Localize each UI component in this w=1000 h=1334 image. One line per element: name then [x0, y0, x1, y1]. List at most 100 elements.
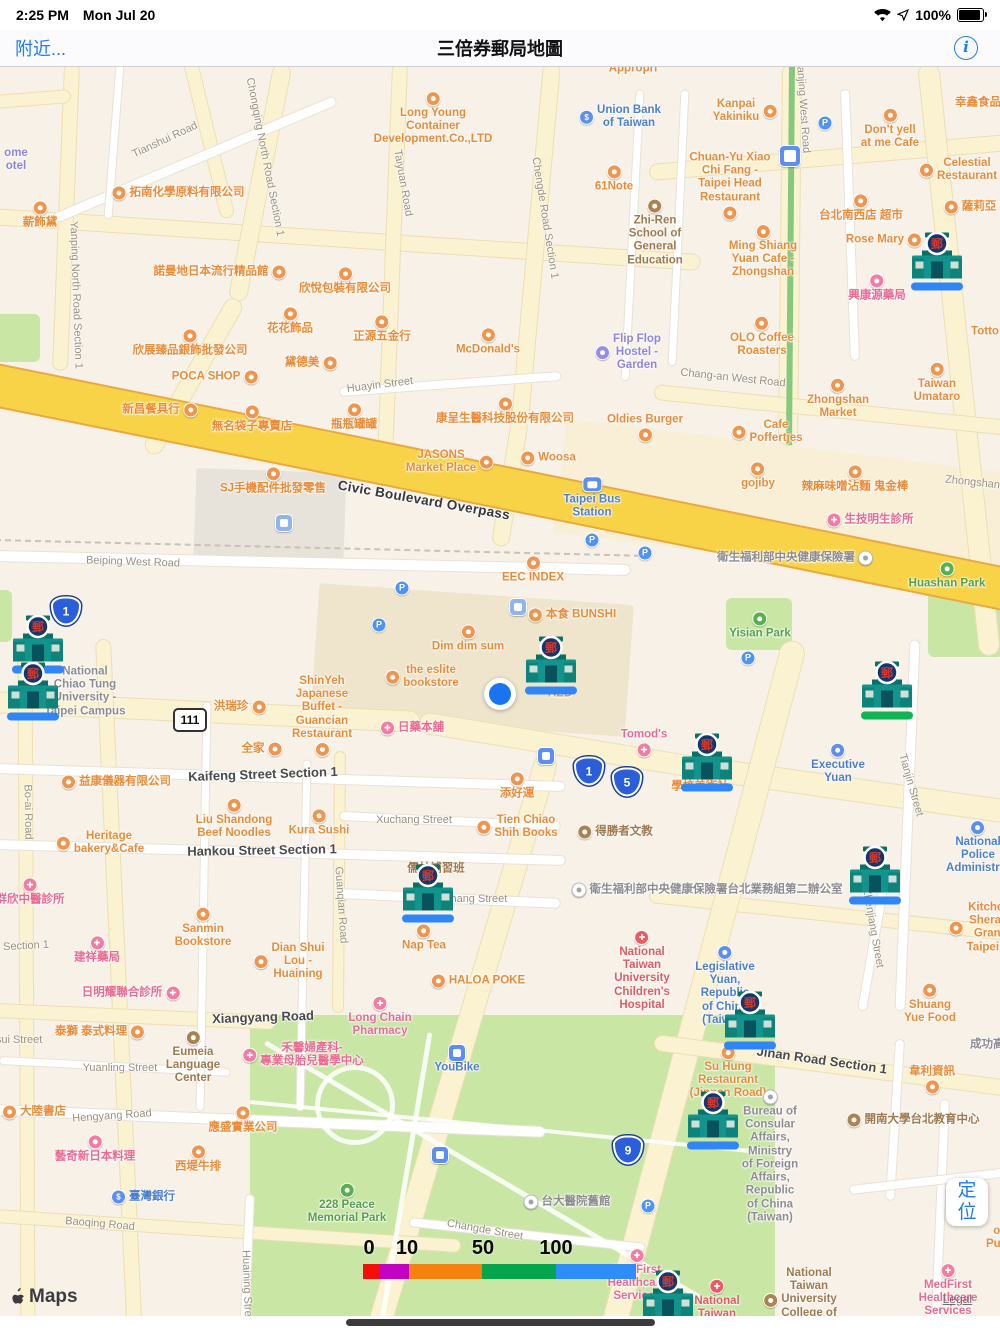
poi-label[interactable]: 欣悅包裝有限公司 — [299, 266, 391, 295]
poi-label[interactable]: Celestial Restaurant — [918, 157, 997, 183]
poi-label[interactable]: ome otel — [4, 147, 28, 173]
poi-label[interactable]: 諾曼地日本流行精品館 — [154, 264, 287, 280]
poi-label[interactable]: Shuang Yue Food — [904, 982, 956, 1025]
poi-label[interactable]: ✚ National Taiwan University Children's H… — [614, 929, 670, 1012]
poi-label[interactable]: Ming Shiang Yuan Cafe - Zhongshan — [729, 224, 797, 280]
poi-label[interactable]: 大陸書店 — [2, 1104, 66, 1120]
poi-label[interactable]: ShinYeh Japanese Buffet - Guancian Resta… — [292, 675, 352, 758]
poi-label[interactable]: Taiwan Umataro — [914, 361, 960, 404]
poi-label[interactable]: ✚ 建祥藥局 — [74, 935, 120, 964]
poi-label[interactable]: Huashan Park — [909, 561, 985, 590]
post-office-marker[interactable]: 郵 — [524, 632, 578, 701]
poi-label[interactable]: National Police Administrat — [946, 820, 1000, 876]
poi-label[interactable]: Kanpai Yakiniku — [713, 98, 778, 124]
poi-label[interactable]: JASONS Market Place — [406, 449, 495, 475]
poi-label[interactable]: 藝奇新日本料理 — [55, 1134, 135, 1163]
poi-label[interactable]: Yisian Park — [729, 611, 791, 640]
post-office-marker[interactable]: 郵 — [686, 1087, 740, 1156]
poi-label[interactable]: Don't yell at me Cafe — [861, 107, 919, 150]
poi-label[interactable]: Chuan-Yu Xiao Chi Fang - Taipei Head Res… — [689, 152, 771, 221]
home-indicator[interactable] — [346, 1319, 655, 1326]
poi-label[interactable]: Cafe Poffertjes — [731, 419, 803, 445]
poi-label[interactable]: Kitchen 1 Sheraton Grande Taipei Hot — [948, 902, 1000, 955]
poi-label[interactable]: YouBike — [434, 1061, 479, 1074]
poi-label[interactable]: 泰獅 泰式料理 — [55, 1024, 146, 1040]
poi-label[interactable]: 開南大學台北教育中心 — [846, 1112, 980, 1128]
poi-label[interactable]: 瓶瓶罐罐 — [331, 402, 377, 431]
poi-label[interactable]: 新昌餐具行 — [122, 402, 198, 418]
poi-label[interactable]: 益康儀器有限公司 — [61, 774, 171, 790]
poi-label[interactable]: Sanmin Bookstore — [175, 906, 231, 949]
poi-label[interactable]: 幸鑫食品 — [955, 96, 1000, 109]
poi-label[interactable]: 辣麻味噌沾麵 鬼金棒 — [802, 464, 908, 493]
poi-label[interactable]: Long Young Container Development.Co.,LTD — [374, 91, 492, 147]
poi-label[interactable]: 衛生福利部中央健康保險署 — [717, 550, 873, 566]
post-office-marker[interactable]: 郵 — [6, 658, 60, 727]
poi-label[interactable]: HALOA POKE — [430, 973, 525, 989]
poi-label[interactable]: 全家 — [242, 741, 283, 757]
poi-label[interactable]: 西堤牛排 — [175, 1144, 221, 1173]
poi-label[interactable]: 洪瑞珍 — [214, 699, 267, 715]
poi-label[interactable]: ✚ 日藥本舖 — [380, 720, 444, 736]
poi-label[interactable]: ✚ MedFirst Healthcare Services — [919, 1263, 977, 1319]
poi-label[interactable]: 黛德美 — [285, 355, 338, 371]
poi-label[interactable]: 成功高中 — [970, 1038, 1000, 1051]
post-office-marker[interactable]: 郵 — [910, 228, 964, 297]
poi-label[interactable]: 台北南西店 超市 — [819, 193, 903, 222]
poi-label[interactable]: Liu Shandong Beef Noodles — [196, 797, 272, 840]
poi-label[interactable]: 台大醫院舊館 — [523, 1194, 611, 1210]
poi-label[interactable]: 拓南化學原料有限公司 — [111, 185, 245, 201]
poi-label[interactable]: Kura Sushi — [289, 808, 349, 837]
poi-label[interactable]: Zhi-Ren School of General Education — [627, 198, 683, 268]
poi-label[interactable]: oll Publi — [986, 1225, 1000, 1251]
legal-link[interactable]: Legal — [943, 1292, 972, 1306]
post-office-marker[interactable]: 郵 — [723, 987, 777, 1056]
poi-label[interactable]: Dim dim sum — [432, 624, 504, 653]
poi-label[interactable]: 無名袋子專賣店 — [212, 404, 292, 433]
poi-label[interactable]: McDonald's — [456, 327, 520, 356]
poi-label[interactable]: 康呈生醫科技股份有限公司 — [436, 396, 574, 425]
poi-label[interactable]: EEC INDEX — [502, 555, 564, 584]
poi-label[interactable]: ✚ Long Chain Pharmacy — [348, 995, 412, 1038]
poi-label[interactable]: 薪飾黛 — [23, 200, 57, 229]
poi-label[interactable]: Executive Yuan — [811, 742, 865, 785]
poi-label[interactable]: Oldies Burger — [607, 413, 683, 443]
poi-label[interactable]: 興康源藥局 — [848, 273, 906, 302]
poi-label[interactable]: gojiby — [741, 461, 775, 490]
post-office-marker[interactable]: 郵 — [401, 860, 455, 929]
poi-label[interactable]: 61Note — [595, 164, 633, 193]
poi-label[interactable]: Flip Flop Hostel - Garden — [595, 333, 661, 373]
nearby-button[interactable]: 附近... — [15, 35, 66, 61]
poi-label[interactable]: Woosa — [520, 450, 576, 466]
poi-label[interactable]: $ Union Bank of Taiwan — [579, 104, 661, 130]
poi-label[interactable]: 添好運 — [500, 771, 534, 800]
post-office-marker[interactable]: 郵 — [680, 729, 734, 798]
poi-label[interactable]: the eslite bookstore — [385, 664, 459, 690]
poi-label[interactable]: ✚ 群欣中醫診所 — [0, 877, 65, 906]
poi-label[interactable]: 228 Peace Memorial Park — [308, 1182, 386, 1225]
info-button[interactable]: i — [954, 36, 978, 60]
poi-label[interactable]: Heritage bakery&Cafe — [55, 830, 144, 856]
poi-label[interactable]: 薩莉亞 — [943, 199, 996, 215]
poi-label[interactable]: POCA SHOP — [172, 369, 259, 385]
poi-label[interactable]: 正源五金行 — [353, 314, 411, 343]
poi-label[interactable]: 欣展臻品銀飾批發公司 — [133, 328, 248, 357]
poi-label[interactable]: ✚ Tomod's — [621, 728, 667, 758]
poi-label[interactable]: 本食 BUNSHI — [527, 607, 616, 623]
poi-label[interactable]: Eumeia Language Center — [166, 1030, 220, 1086]
locate-button[interactable]: 定位 — [946, 1178, 988, 1226]
poi-label[interactable]: 韋利資訊 — [909, 1065, 955, 1095]
poi-label[interactable]: 應盛實業公司 — [209, 1105, 278, 1134]
poi-label[interactable]: SJ手機配件批發零售 — [220, 466, 326, 495]
poi-label[interactable]: ✚ 日明耀聯合診所 — [82, 985, 181, 1001]
poi-label[interactable]: ✚ 生技明生診所 — [826, 512, 914, 528]
poi-label[interactable]: Totto — [971, 325, 999, 338]
poi-label[interactable]: 花花飾品 — [267, 306, 313, 335]
map-canvas[interactable]: Tianshui Road Chongqing North Road Sectio… — [0, 0, 1000, 1334]
poi-label[interactable]: ✚ 禾馨婦產科- 專業母胎兒醫學中心 — [242, 1042, 364, 1068]
poi-label[interactable]: Zhongshan Market — [807, 377, 869, 420]
post-office-marker[interactable]: 郵 — [848, 842, 902, 911]
poi-label[interactable]: Taipei Bus Station — [563, 476, 621, 519]
poi-label[interactable]: $ 臺灣銀行 — [111, 1189, 175, 1205]
poi-label[interactable]: Bureau of Consular Affairs, Ministry of … — [742, 1089, 798, 1225]
